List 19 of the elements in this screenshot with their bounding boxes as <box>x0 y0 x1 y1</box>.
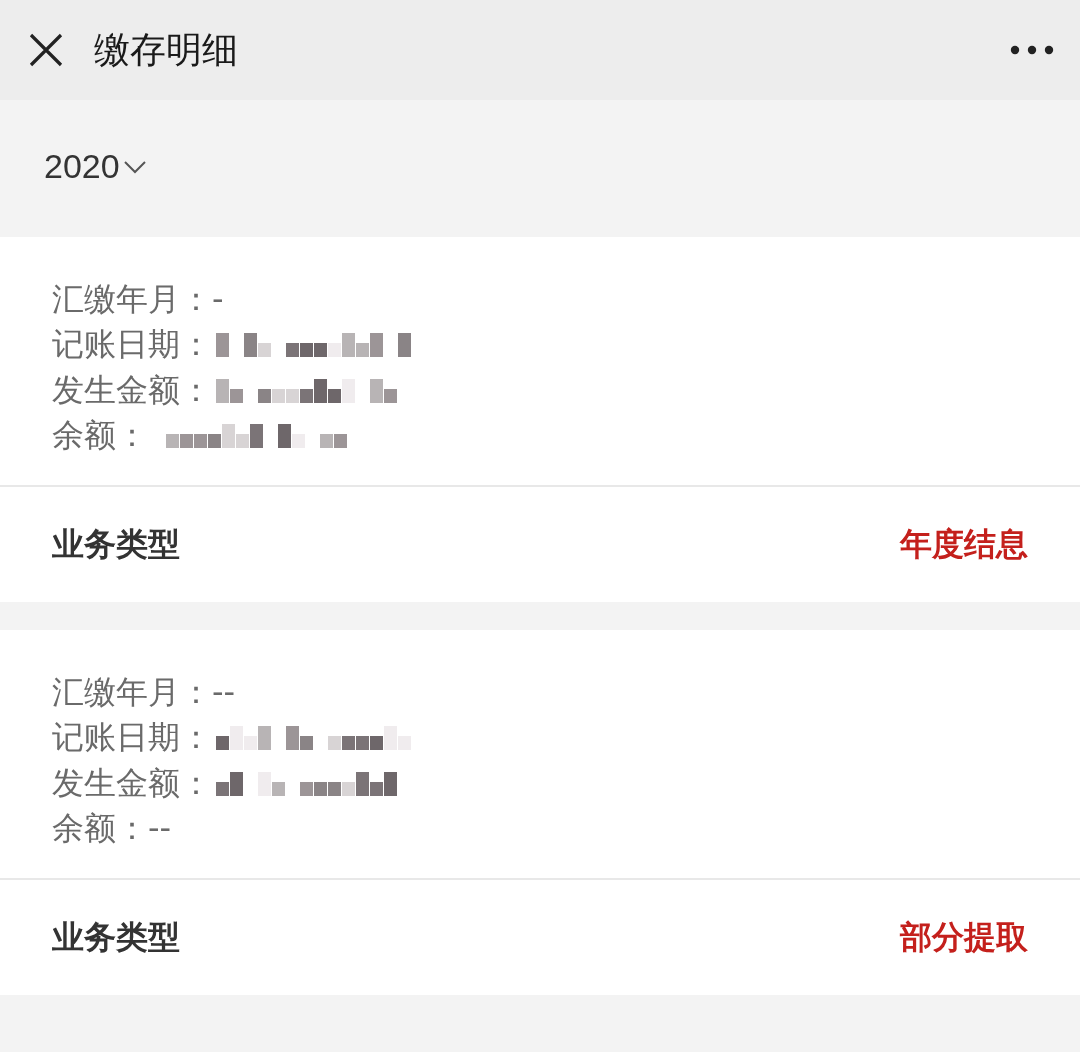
page-title: 缴存明细 <box>94 27 238 72</box>
field-text: 余额： <box>52 415 148 457</box>
field-text: 汇缴年月：- <box>52 278 224 320</box>
field-text: 发生金额： <box>52 762 212 804</box>
type-label: 业务类型 <box>52 916 180 958</box>
type-value: 部分提取 <box>900 916 1028 958</box>
field-text: 发生金额： <box>52 369 212 411</box>
more-button[interactable] <box>1010 45 1054 55</box>
close-button[interactable] <box>28 32 64 68</box>
close-icon <box>28 32 64 68</box>
chevron-down-icon <box>123 159 146 174</box>
more-icon <box>1010 45 1054 55</box>
type-label: 业务类型 <box>52 523 180 565</box>
field-text: 汇缴年月：-- <box>52 671 236 713</box>
field-text: 余额：-- <box>52 808 172 850</box>
field-text: 记账日期： <box>52 717 212 759</box>
year-dropdown[interactable]: 2020 <box>44 147 146 186</box>
type-value: 年度结息 <box>900 523 1028 565</box>
field-text: 记账日期： <box>52 324 212 366</box>
